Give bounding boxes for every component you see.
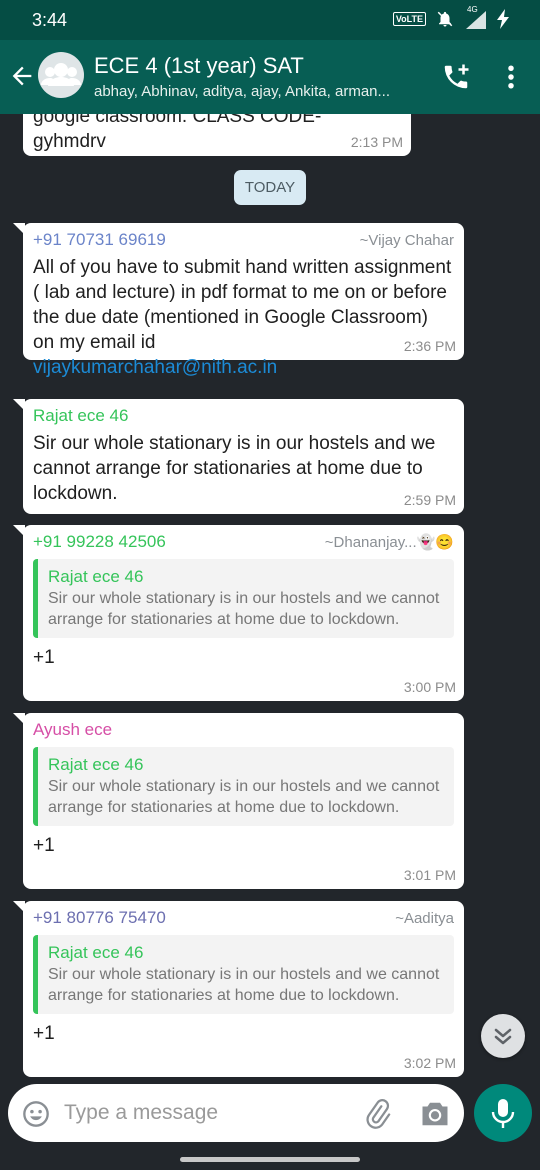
quoted-message[interactable]: Rajat ece 46 Sir our whole stationary is… — [33, 935, 454, 1014]
back-arrow-icon[interactable] — [8, 62, 36, 90]
sender-alias: ~Dhananjay...👻😊 — [324, 534, 454, 551]
message-bubble[interactable]: google classroom. CLASS CODE- gyhmdrv 2:… — [23, 114, 411, 156]
sender-row: +91 70731 69619 ~Vijay Chahar — [33, 229, 454, 251]
message-text: +1 — [33, 647, 55, 668]
quoted-text: Sir our whole stationary is in our hoste… — [48, 966, 440, 1004]
sender-row: +91 99228 42506 ~Dhananjay...👻😊 — [33, 531, 454, 553]
message-bubble[interactable]: +91 80776 75470 ~Aaditya Rajat ece 46 Si… — [13, 901, 464, 1077]
battery-charging-icon — [497, 9, 509, 29]
message-bubble[interactable]: Ayush ece Rajat ece 46 Sir our whole sta… — [13, 713, 464, 889]
quoted-message[interactable]: Rajat ece 46 Sir our whole stationary is… — [33, 559, 454, 638]
group-title[interactable]: ECE 4 (1st year) SAT — [94, 53, 304, 79]
emoji-icon[interactable] — [22, 1100, 50, 1128]
quoted-sender: Rajat ece 46 — [48, 943, 144, 962]
message-time: 3:00 PM — [403, 679, 456, 695]
network-type: 4G — [467, 5, 478, 14]
signal-icon: 4G — [464, 5, 486, 29]
message-text: Sir our whole stationary is in our hoste… — [33, 433, 436, 504]
volte-badge: VoLTE — [392, 12, 426, 26]
message-composer[interactable]: Type a message — [8, 1084, 464, 1142]
system-nav-bar — [0, 1142, 540, 1170]
more-vert-icon[interactable] — [496, 62, 526, 92]
message-input[interactable]: Type a message — [64, 1101, 218, 1125]
message-bubble[interactable]: +91 99228 42506 ~Dhananjay...👻😊 Rajat ec… — [13, 525, 464, 701]
sender-row: +91 80776 75470 ~Aaditya — [33, 907, 454, 929]
message-text: +1 — [33, 1023, 55, 1044]
status-icons: VoLTE 4G — [392, 5, 510, 29]
chevron-double-down-icon — [494, 1028, 512, 1045]
email-link[interactable]: vijaykumarchahar@nith.ac.in — [33, 355, 454, 380]
message-time: 2:13 PM — [350, 134, 403, 150]
sender-name[interactable]: +91 70731 69619 — [33, 229, 166, 251]
group-members[interactable]: abhay, Abhinav, aditya, ajay, Ankita, ar… — [94, 83, 390, 100]
quoted-sender: Rajat ece 46 — [48, 567, 144, 586]
message-text: gyhmdrv — [33, 131, 106, 152]
scroll-to-bottom-button[interactable] — [481, 1014, 525, 1058]
sender-name[interactable]: Ayush ece — [33, 719, 454, 741]
status-time: 3:44 — [32, 10, 68, 30]
attach-icon[interactable] — [362, 1099, 392, 1129]
message-text: All of you have to submit hand written a… — [33, 257, 452, 353]
add-call-icon[interactable] — [441, 62, 471, 92]
message-text: google classroom. CLASS CODE- — [33, 114, 322, 127]
message-bubble[interactable]: +91 70731 69619 ~Vijay Chahar All of you… — [13, 223, 464, 378]
sender-name[interactable]: Rajat ece 46 — [33, 405, 454, 427]
quoted-message[interactable]: Rajat ece 46 Sir our whole stationary is… — [33, 747, 454, 826]
date-chip: TODAY — [234, 170, 306, 205]
chat-area[interactable]: google classroom. CLASS CODE- gyhmdrv 2:… — [0, 114, 540, 1084]
mic-button[interactable] — [474, 1084, 532, 1142]
message-text: +1 — [33, 835, 55, 856]
sender-alias: ~Aaditya — [395, 910, 454, 927]
message-bubble[interactable]: Rajat ece 46 Sir our whole stationary is… — [13, 399, 464, 514]
camera-icon[interactable] — [420, 1100, 450, 1128]
message-time: 2:59 PM — [403, 492, 456, 508]
sender-name[interactable]: +91 80776 75470 — [33, 907, 166, 929]
message-time: 3:02 PM — [403, 1055, 456, 1071]
mic-icon — [491, 1099, 515, 1128]
home-gesture-pill[interactable] — [180, 1157, 360, 1162]
quoted-sender: Rajat ece 46 — [48, 755, 144, 774]
message-time: 3:01 PM — [403, 867, 456, 883]
message-time: 2:36 PM — [403, 338, 456, 354]
chat-header: ECE 4 (1st year) SAT abhay, Abhinav, adi… — [0, 40, 540, 114]
status-bar: 3:44 VoLTE 4G — [0, 0, 540, 40]
sender-alias: ~Vijay Chahar — [359, 232, 454, 249]
quoted-text: Sir our whole stationary is in our hoste… — [48, 590, 440, 628]
quoted-text: Sir our whole stationary is in our hoste… — [48, 778, 440, 816]
group-avatar-icon[interactable] — [38, 52, 84, 98]
sender-name[interactable]: +91 99228 42506 — [33, 531, 166, 553]
notifications-off-icon — [437, 11, 453, 27]
